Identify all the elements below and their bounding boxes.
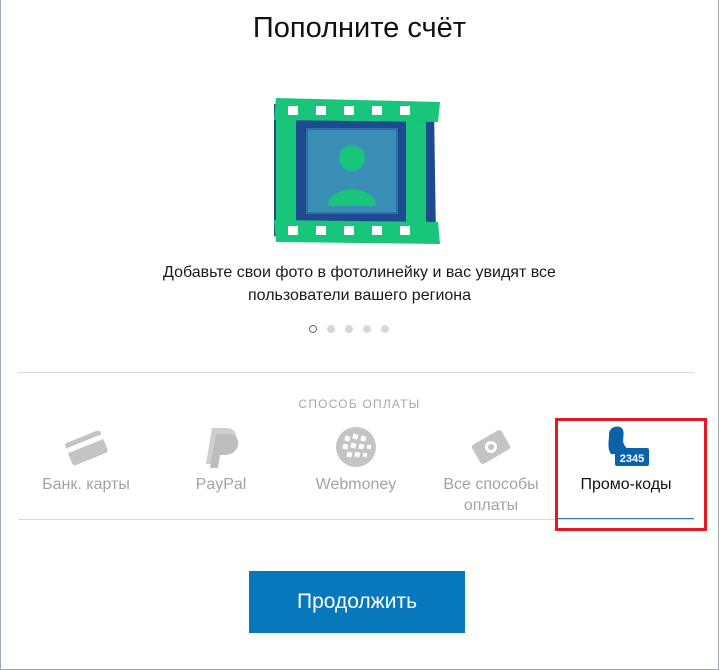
carousel-dot[interactable] [381,325,389,333]
carousel-dot[interactable] [345,325,353,333]
payment-section-label: СПОСОБ ОПЛАТЫ [298,397,421,411]
continue-button[interactable]: Продолжить [249,571,465,633]
payment-method-paypal[interactable]: PayPal [154,420,288,520]
payment-method-cards[interactable]: Банк. карты [18,420,154,520]
paypal-icon [206,428,239,468]
selection-highlight [555,418,707,531]
bank-card-icon [65,430,108,466]
page-title: Пополните счёт [252,12,467,44]
payment-method-label-line-1: Все способы [443,476,539,493]
webmoney-icon [336,427,376,467]
payment-method-label-line-2: оплаты [463,497,519,514]
payment-method-label: Webmoney [315,476,397,493]
carousel-dots [309,325,389,335]
promo-line-1: Добавьте свои фото в фотолинейку и вас у… [163,264,556,281]
carousel-dot[interactable] [327,325,335,333]
payment-method-label: PayPal [195,476,247,493]
promo-description: Добавьте свои фото в фотолинейку и вас у… [120,261,599,307]
carousel-dot[interactable] [363,325,371,333]
divider [18,372,694,373]
promo-line-2: пользователи вашего региона [247,287,472,304]
payment-method-all[interactable]: Все способы оплаты [424,420,558,520]
payment-method-label: Банк. карты [42,476,130,493]
payment-method-label: Все способы оплаты [424,474,558,516]
money-icon [471,430,511,464]
filmstrip-person-icon [274,98,440,244]
carousel-dot[interactable] [309,325,317,333]
payment-method-webmoney[interactable]: Webmoney [288,420,424,520]
